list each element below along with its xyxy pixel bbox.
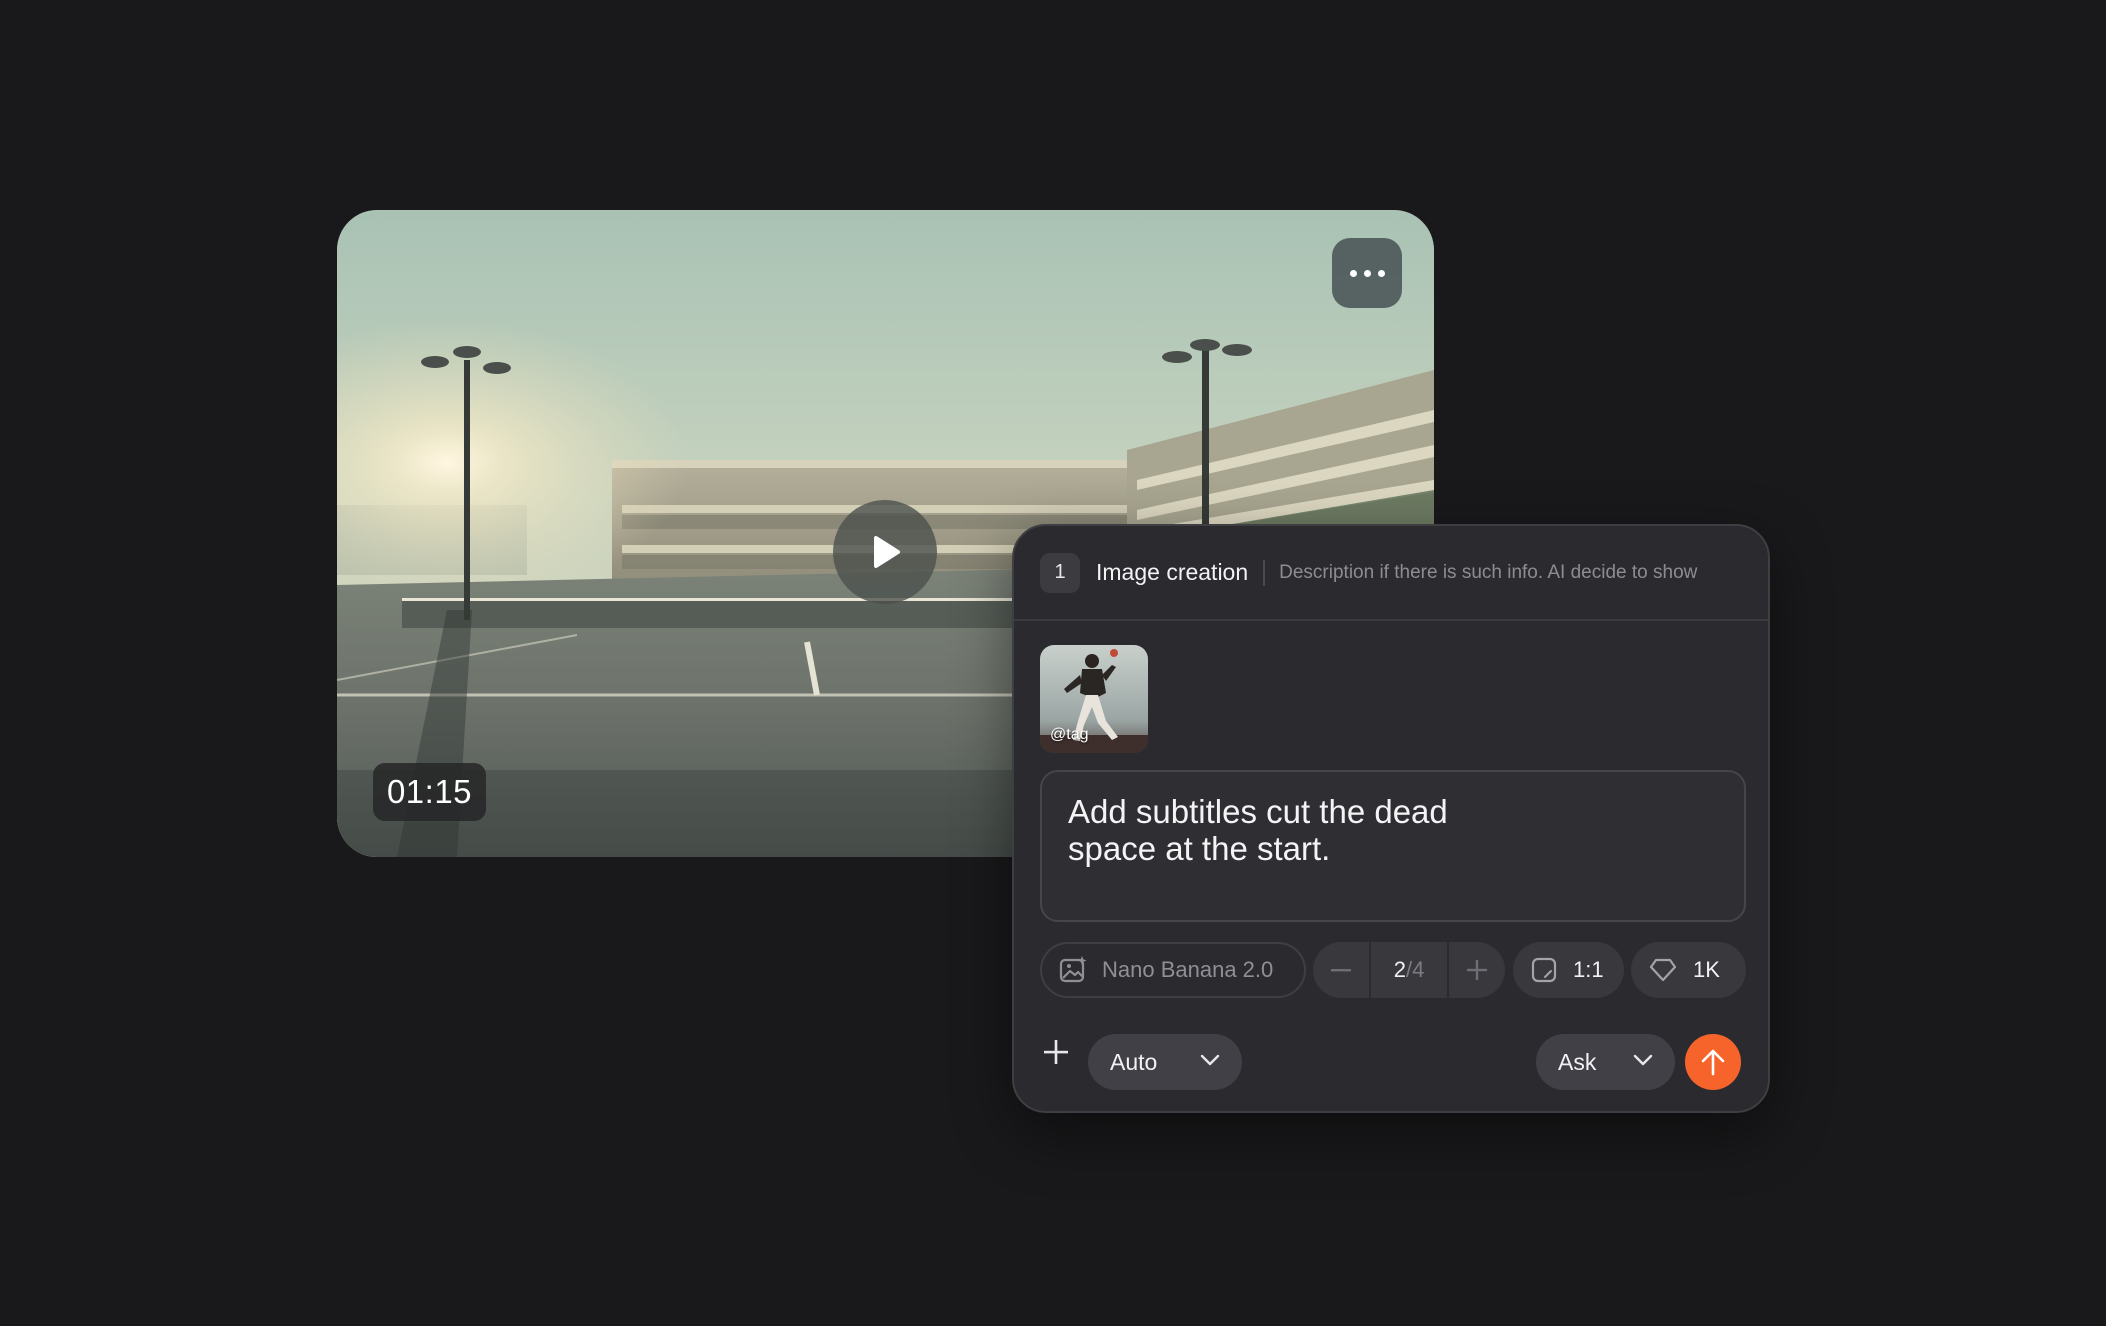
resolution-selector[interactable]: 1K	[1631, 942, 1746, 998]
prompt-input[interactable]: Add subtitles cut the dead space at the …	[1040, 770, 1746, 922]
chevron-down-icon	[1200, 1054, 1220, 1066]
attachment-thumbnail[interactable]: @tag	[1040, 645, 1148, 753]
arrow-up-icon	[1701, 1049, 1725, 1076]
header-divider	[1263, 559, 1266, 586]
play-icon	[874, 536, 900, 568]
minus-icon	[1331, 969, 1351, 972]
plus-icon	[1467, 960, 1487, 980]
step-number-badge: 1	[1040, 552, 1080, 593]
more-options-button[interactable]	[1332, 238, 1402, 308]
action-dropdown[interactable]: Ask	[1536, 1034, 1675, 1090]
chevron-down-icon	[1633, 1054, 1653, 1066]
model-name: Nano Banana 2.0	[1102, 957, 1274, 982]
attachment-tag: @tag	[1050, 726, 1089, 743]
count-total: 4	[1412, 957, 1425, 982]
count-current: 2	[1393, 957, 1406, 982]
resolution-value: 1K	[1693, 957, 1720, 982]
aspect-ratio-value: 1:1	[1573, 957, 1604, 982]
plus-icon	[1044, 1040, 1068, 1064]
image-creation-panel: 1 Image creation Description if there is…	[1012, 524, 1770, 1113]
mode-dropdown[interactable]: Auto	[1088, 1034, 1242, 1090]
more-dot	[1377, 269, 1385, 277]
more-horizontal-icon	[1349, 269, 1357, 277]
video-duration-badge: 01:15	[373, 763, 486, 821]
image-count-stepper: 2/4	[1313, 942, 1505, 998]
diamond-icon	[1649, 958, 1677, 982]
panel-description: Description if there is such info. AI de…	[1279, 561, 1698, 583]
send-button[interactable]	[1685, 1034, 1741, 1090]
aspect-ratio-icon	[1531, 957, 1557, 983]
model-selector[interactable]: Nano Banana 2.0	[1040, 942, 1306, 998]
more-dot	[1363, 269, 1371, 277]
image-count-value: 2/4	[1369, 942, 1449, 998]
action-value: Ask	[1558, 1048, 1597, 1075]
aspect-ratio-selector[interactable]: 1:1	[1513, 942, 1624, 998]
add-button[interactable]	[1038, 1034, 1074, 1070]
decrement-button[interactable]	[1313, 942, 1369, 998]
mode-value: Auto	[1110, 1048, 1158, 1075]
panel-title: Image creation	[1096, 559, 1249, 585]
image-sparkle-icon	[1059, 956, 1087, 983]
increment-button[interactable]	[1449, 942, 1505, 998]
panel-header: 1 Image creation Description if there is…	[1014, 526, 1768, 621]
play-button[interactable]	[833, 500, 937, 604]
